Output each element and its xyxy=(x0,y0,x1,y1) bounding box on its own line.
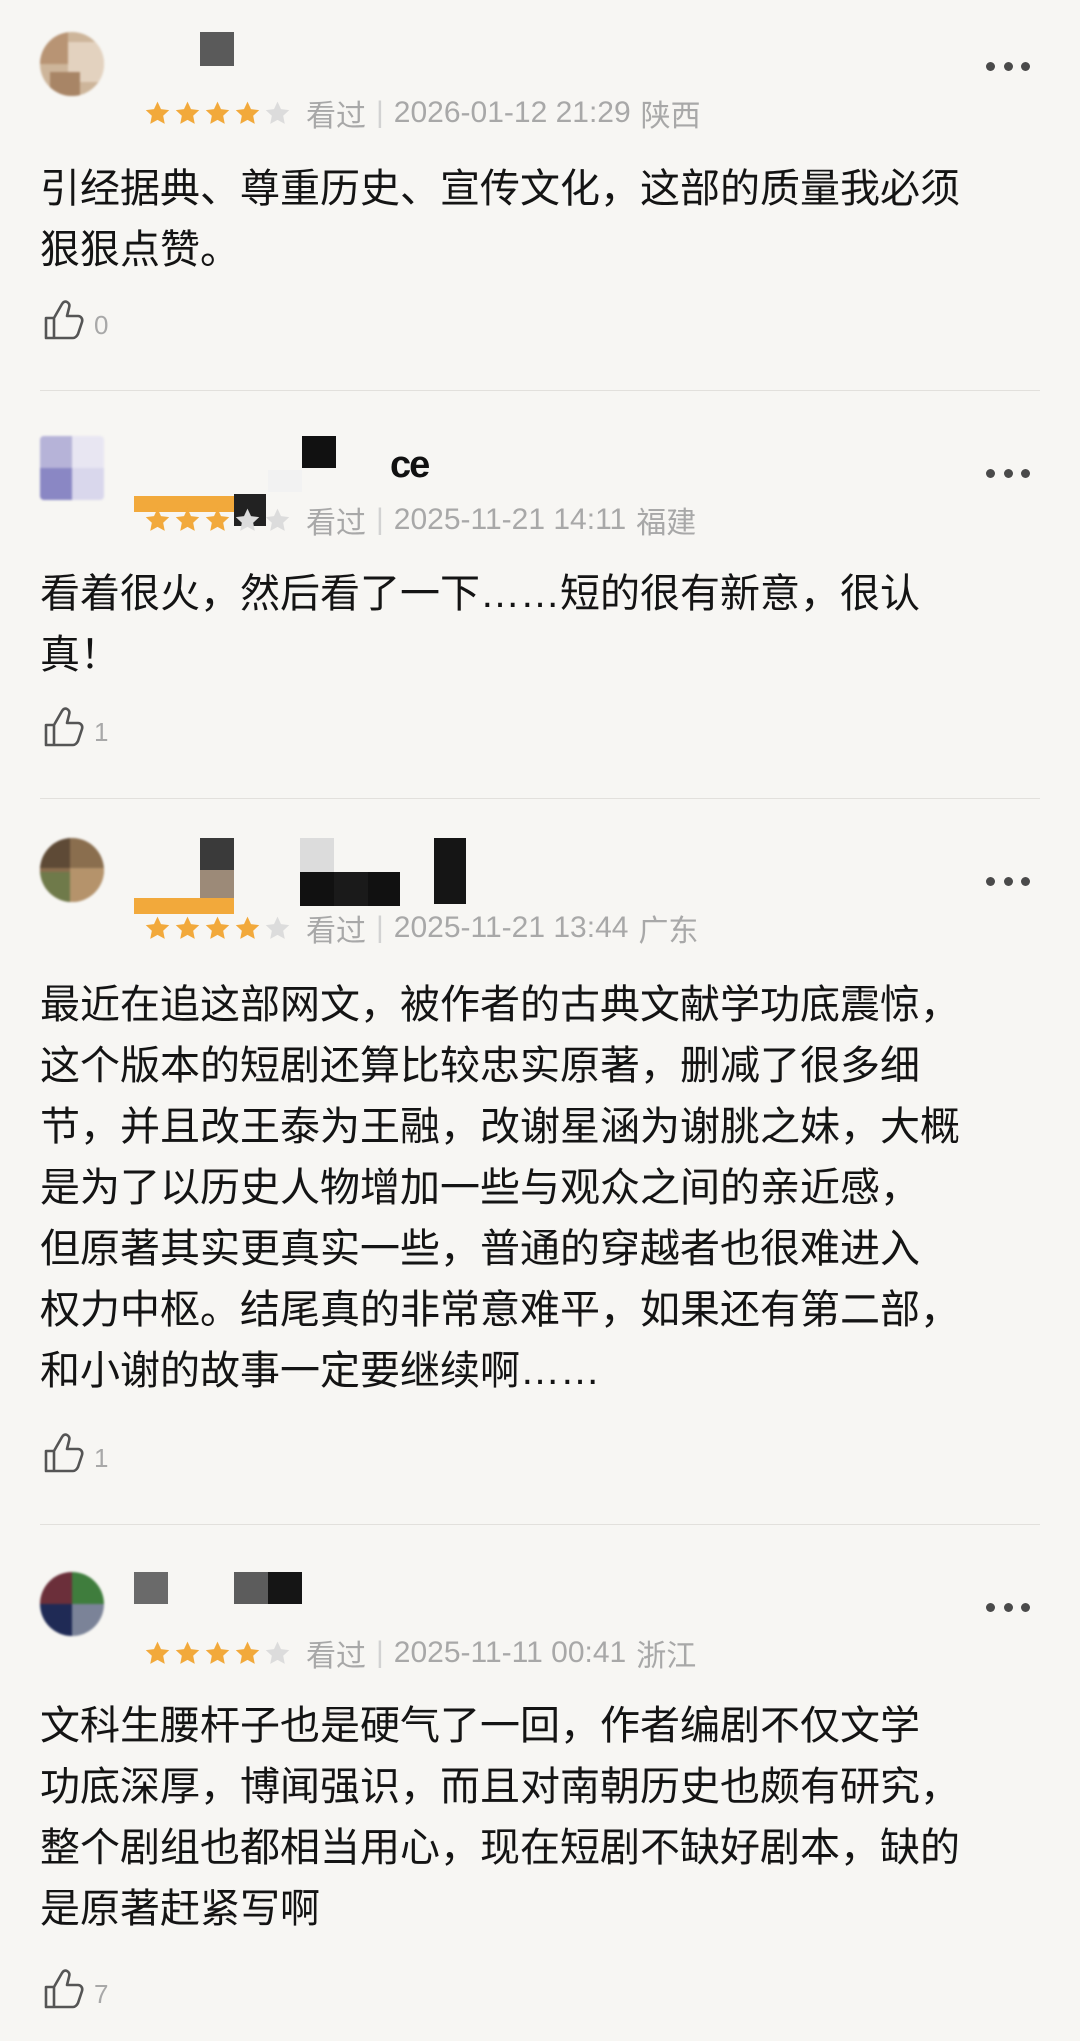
rating-stars xyxy=(143,506,292,535)
review-region: 浙江 xyxy=(636,1640,697,1673)
more-options-button[interactable] xyxy=(986,60,1030,72)
like-button[interactable]: 0 xyxy=(40,297,108,349)
star-filled-icon xyxy=(175,101,200,124)
star-filled-icon xyxy=(175,1641,200,1664)
meta-separator: | xyxy=(376,911,384,944)
star-filled-icon xyxy=(175,916,200,939)
star-filled-icon xyxy=(145,1641,170,1664)
review-meta: 看过 | 2025-11-11 00:41 浙江 xyxy=(143,1633,696,1673)
review-text: 文科生腰杆子也是硬气了一回，作者编剧不仅文学 功底深厚，博闻强识，而且对南朝历史… xyxy=(40,1704,960,1931)
avatar[interactable] xyxy=(40,838,104,902)
review-region: 广东 xyxy=(638,915,699,948)
username-visible[interactable]: ce xyxy=(390,444,430,487)
review-meta: 看过 | 2025-11-21 13:44 广东 xyxy=(143,908,698,948)
like-button[interactable]: 1 xyxy=(40,1430,108,1482)
star-filled-icon xyxy=(235,916,260,939)
like-button[interactable]: 1 xyxy=(40,704,108,756)
star-filled-icon xyxy=(205,508,230,531)
star-filled-icon xyxy=(205,1641,230,1664)
star-filled-icon xyxy=(145,916,170,939)
review-meta: 看过 | 2025-11-21 14:11 福建 xyxy=(143,500,696,540)
review-region: 陕西 xyxy=(640,100,701,133)
more-options-button[interactable] xyxy=(986,467,1030,479)
review-feed: 看过 | 2026-01-12 21:29 陕西 引经据典、尊重历史、宣传文化，… xyxy=(0,0,1080,2041)
more-dot-icon xyxy=(1003,876,1013,886)
more-dot-icon xyxy=(1021,468,1030,478)
more-options-button[interactable] xyxy=(986,875,1030,887)
more-dot-icon xyxy=(1003,61,1013,71)
star-filled-icon xyxy=(235,1641,260,1664)
more-dot-icon xyxy=(1021,1602,1030,1612)
rating-stars xyxy=(143,1639,292,1668)
rating-stars xyxy=(143,99,292,128)
review-text: 最近在追这部网文，被作者的古典文献学功底震惊， 这个版本的短剧还算比较忠实原著，… xyxy=(40,983,960,1393)
like-button[interactable]: 7 xyxy=(40,1966,108,2018)
divider xyxy=(40,798,1040,799)
thumbs-up-icon xyxy=(40,296,88,349)
review-datetime: 2025-11-21 14:11 xyxy=(393,503,627,536)
avatar[interactable] xyxy=(40,436,104,500)
star-filled-icon xyxy=(145,508,170,531)
more-dot-icon xyxy=(1003,1602,1013,1612)
more-options-button[interactable] xyxy=(986,1601,1030,1613)
more-dot-icon xyxy=(1003,468,1013,478)
more-dot-icon xyxy=(1021,61,1030,71)
review-meta: 看过 | 2026-01-12 21:29 陕西 xyxy=(143,93,701,133)
watch-status: 看过 xyxy=(306,1640,366,1673)
more-dot-icon xyxy=(986,61,995,71)
star-filled-icon xyxy=(235,101,260,124)
like-count: 1 xyxy=(94,1443,109,1473)
star-filled-icon xyxy=(205,916,230,939)
review-region: 福建 xyxy=(636,507,697,540)
divider xyxy=(40,390,1040,391)
review-text: 看着很火，然后看了一下……短的很有新意，很认 真！ xyxy=(40,572,920,677)
star-empty-icon xyxy=(265,101,290,124)
divider xyxy=(40,1524,1040,1525)
like-count: 0 xyxy=(94,310,109,340)
star-empty-icon xyxy=(265,508,290,531)
watch-status: 看过 xyxy=(306,100,366,133)
more-dot-icon xyxy=(986,1602,995,1612)
star-filled-icon xyxy=(175,508,200,531)
review-datetime: 2026-01-12 21:29 xyxy=(393,96,631,129)
thumbs-up-icon xyxy=(40,703,88,756)
thumbs-up-icon xyxy=(40,1965,88,2018)
meta-separator: | xyxy=(376,503,384,536)
avatar[interactable] xyxy=(40,32,104,96)
more-dot-icon xyxy=(986,468,995,478)
watch-status: 看过 xyxy=(306,915,366,948)
star-filled-icon xyxy=(205,101,230,124)
avatar[interactable] xyxy=(40,1572,104,1636)
review-datetime: 2025-11-11 00:41 xyxy=(393,1636,627,1669)
more-dot-icon xyxy=(986,876,995,886)
star-empty-icon xyxy=(265,916,290,939)
rating-stars xyxy=(143,914,292,943)
more-dot-icon xyxy=(1021,876,1030,886)
like-count: 1 xyxy=(94,717,109,747)
watch-status: 看过 xyxy=(306,507,366,540)
thumbs-up-icon xyxy=(40,1429,88,1482)
review-datetime: 2025-11-21 13:44 xyxy=(393,911,629,944)
like-count: 7 xyxy=(94,1979,109,2009)
meta-separator: | xyxy=(376,1636,384,1669)
meta-separator: | xyxy=(376,96,384,129)
review-text: 引经据典、尊重历史、宣传文化，这部的质量我必须 狠狠点赞。 xyxy=(40,167,960,272)
star-empty-icon xyxy=(235,508,260,531)
star-filled-icon xyxy=(145,101,170,124)
star-empty-icon xyxy=(265,1641,290,1664)
